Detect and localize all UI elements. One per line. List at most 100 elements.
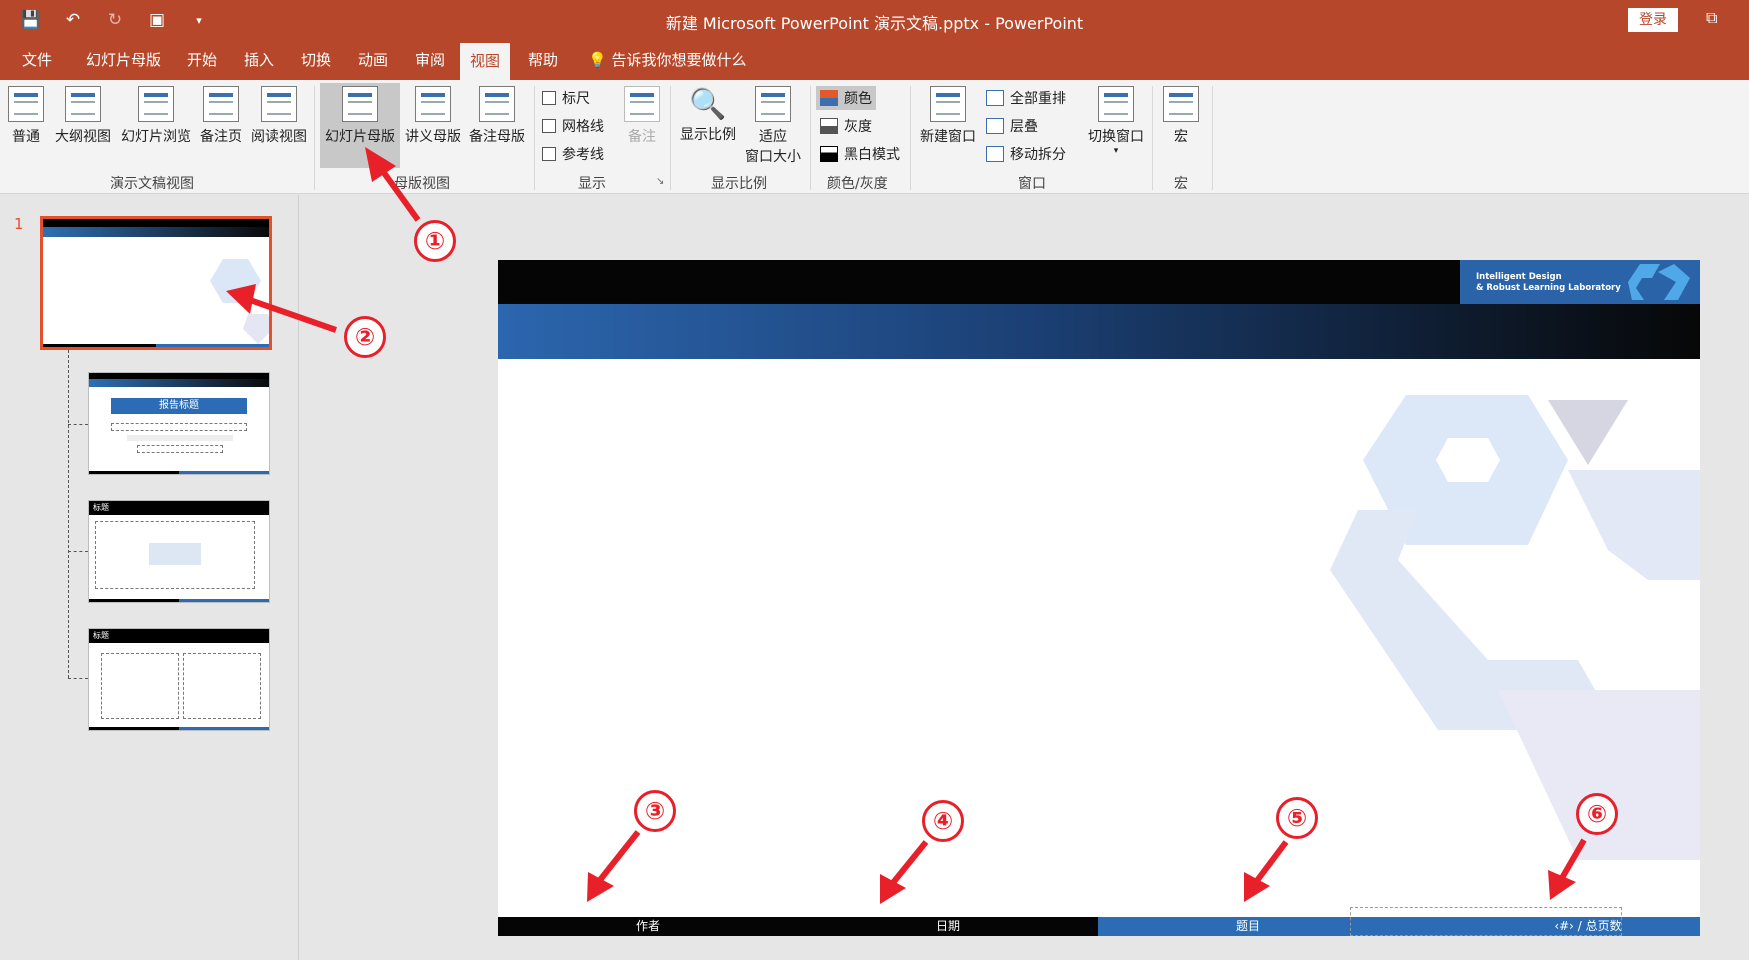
tab-review[interactable]: 审阅 <box>411 40 449 80</box>
reading-view-button[interactable]: 阅读视图 <box>248 86 310 146</box>
group-label-show: 显示 <box>578 176 606 192</box>
fit-window-icon <box>755 86 791 122</box>
layout-thumbnail-content[interactable]: 标题 <box>88 500 270 603</box>
thumb-footer-bar <box>89 599 269 602</box>
group-label-zoom: 显示比例 <box>711 176 767 192</box>
outline-view-icon <box>65 86 101 122</box>
guides-checkbox[interactable]: 参考线 <box>542 144 604 164</box>
magnifier-icon: 🔍 <box>689 87 727 122</box>
notes-page-button[interactable]: 备注页 <box>196 86 246 146</box>
layout-title-label: 标题 <box>89 629 269 643</box>
ribbon-display-icon[interactable]: ⧉ <box>1706 8 1717 28</box>
tab-help[interactable]: 帮助 <box>524 40 562 80</box>
tab-insert[interactable]: 插入 <box>240 40 278 80</box>
separator <box>670 86 671 190</box>
checkbox-icon <box>542 119 556 133</box>
handout-master-button[interactable]: 讲义母版 <box>402 86 464 146</box>
arrange-all-icon <box>986 90 1004 106</box>
grayscale-button[interactable]: 灰度 <box>820 116 872 136</box>
separator <box>1152 86 1153 190</box>
tab-home[interactable]: 开始 <box>183 40 221 80</box>
tab-file[interactable]: 文件 <box>18 40 56 80</box>
zoom-button[interactable]: 🔍 显示比例 <box>676 86 740 144</box>
separator <box>314 86 315 190</box>
annotation-1: ① <box>414 220 456 262</box>
hexagon-watermark-icon <box>210 259 269 344</box>
group-label-macros: 宏 <box>1174 176 1188 192</box>
notes-master-button[interactable]: 备注母版 <box>466 86 528 146</box>
title-bar: 💾 ↶ ↻ ▣ ▾ 新建 Microsoft PowerPoint 演示文稿.p… <box>0 0 1749 40</box>
slide-number: 1 <box>14 215 24 233</box>
slide-sorter-icon <box>138 86 174 122</box>
tab-view[interactable]: 视图 <box>460 43 511 80</box>
black-white-button[interactable]: 黑白模式 <box>820 144 900 164</box>
fit-to-window-button[interactable]: 适应 窗口大小 <box>742 86 804 166</box>
slide-sorter-button[interactable]: 幻灯片浏览 <box>118 86 194 146</box>
notes-master-icon <box>479 86 515 122</box>
layout-tree-line <box>68 350 69 678</box>
notes-icon <box>624 86 660 122</box>
gridlines-checkbox[interactable]: 网格线 <box>542 116 604 136</box>
normal-view-icon <box>8 86 44 122</box>
lightbulb-icon: 💡 <box>588 51 607 69</box>
tab-animations[interactable]: 动画 <box>354 40 392 80</box>
checkbox-icon <box>542 91 556 105</box>
footer-page-number: ‹#› / 总页数 <box>1554 919 1622 933</box>
ruler-checkbox[interactable]: 标尺 <box>542 88 590 108</box>
hexagon-watermark-icon <box>1330 395 1700 860</box>
thumb-footer-bar <box>43 344 269 347</box>
separator <box>1212 86 1213 190</box>
ribbon: 普通 大纲视图 幻灯片浏览 备注页 阅读视图 演示文稿视图 幻灯片母版 讲义母版… <box>0 80 1749 194</box>
macros-button[interactable]: 宏 <box>1160 86 1202 146</box>
window-title: 新建 Microsoft PowerPoint 演示文稿.pptx - Powe… <box>665 14 1084 33</box>
move-split-icon <box>986 146 1004 162</box>
layout-tree-branch <box>68 678 88 679</box>
switch-window-icon <box>1098 86 1134 122</box>
tab-slide-master[interactable]: 幻灯片母版 <box>82 40 165 80</box>
normal-view-button[interactable]: 普通 <box>8 86 44 146</box>
arrange-all-button[interactable]: 全部重排 <box>986 88 1066 108</box>
outline-view-button[interactable]: 大纲视图 <box>52 86 114 146</box>
info-placeholder <box>127 435 233 441</box>
tell-me-label: 告诉我你想要做什么 <box>611 51 747 69</box>
color-icon <box>820 90 838 106</box>
layout-thumbnail-title[interactable]: 报告标题 <box>88 372 270 475</box>
notes-button: 备注 <box>622 86 662 146</box>
separator <box>810 86 811 190</box>
master-thumbnail[interactable] <box>40 216 272 350</box>
notes-page-icon <box>203 86 239 122</box>
slide-master-canvas[interactable]: Intelligent Design & Robust Learning Labo… <box>498 260 1700 936</box>
layout-title-label: 标题 <box>89 501 269 515</box>
tab-transitions[interactable]: 切换 <box>297 40 335 80</box>
layout-tree-branch <box>68 551 88 552</box>
group-label-presentation-views: 演示文稿视图 <box>110 176 194 192</box>
thumb-footer-bar <box>89 471 269 474</box>
switch-window-button[interactable]: 切换窗口 ▾ <box>1084 86 1148 156</box>
handout-master-icon <box>415 86 451 122</box>
tell-me-box[interactable]: 💡 告诉我你想要做什么 <box>584 40 750 80</box>
slide-master-icon <box>342 86 378 122</box>
annotation-3: ③ <box>634 790 676 832</box>
new-window-button[interactable]: 新建窗口 <box>916 86 980 146</box>
show-dialog-launcher-icon[interactable]: ↘ <box>656 176 664 187</box>
move-split-button[interactable]: 移动拆分 <box>986 144 1066 164</box>
color-button[interactable]: 颜色 <box>816 86 876 110</box>
black-white-icon <box>820 146 838 162</box>
layout-thumbnail-two-content[interactable]: 标题 <box>88 628 270 731</box>
macros-icon <box>1163 86 1199 122</box>
chevron-down-icon: ▾ <box>1113 146 1119 156</box>
separator <box>910 86 911 190</box>
left-content-placeholder <box>101 653 179 719</box>
thumb-footer-bar <box>89 727 269 730</box>
slide-master-button[interactable]: 幻灯片母版 <box>320 83 400 168</box>
thumb-gradient-bar <box>89 379 269 387</box>
login-button[interactable]: 登录 <box>1628 8 1678 32</box>
annotation-5: ⑤ <box>1276 797 1318 839</box>
new-window-icon <box>930 86 966 122</box>
right-content-placeholder <box>183 653 261 719</box>
date-placeholder <box>137 445 223 453</box>
placeholder-icons <box>149 543 201 565</box>
group-label-window: 窗口 <box>1018 176 1046 192</box>
cascade-button[interactable]: 层叠 <box>986 116 1038 136</box>
separator <box>534 86 535 190</box>
